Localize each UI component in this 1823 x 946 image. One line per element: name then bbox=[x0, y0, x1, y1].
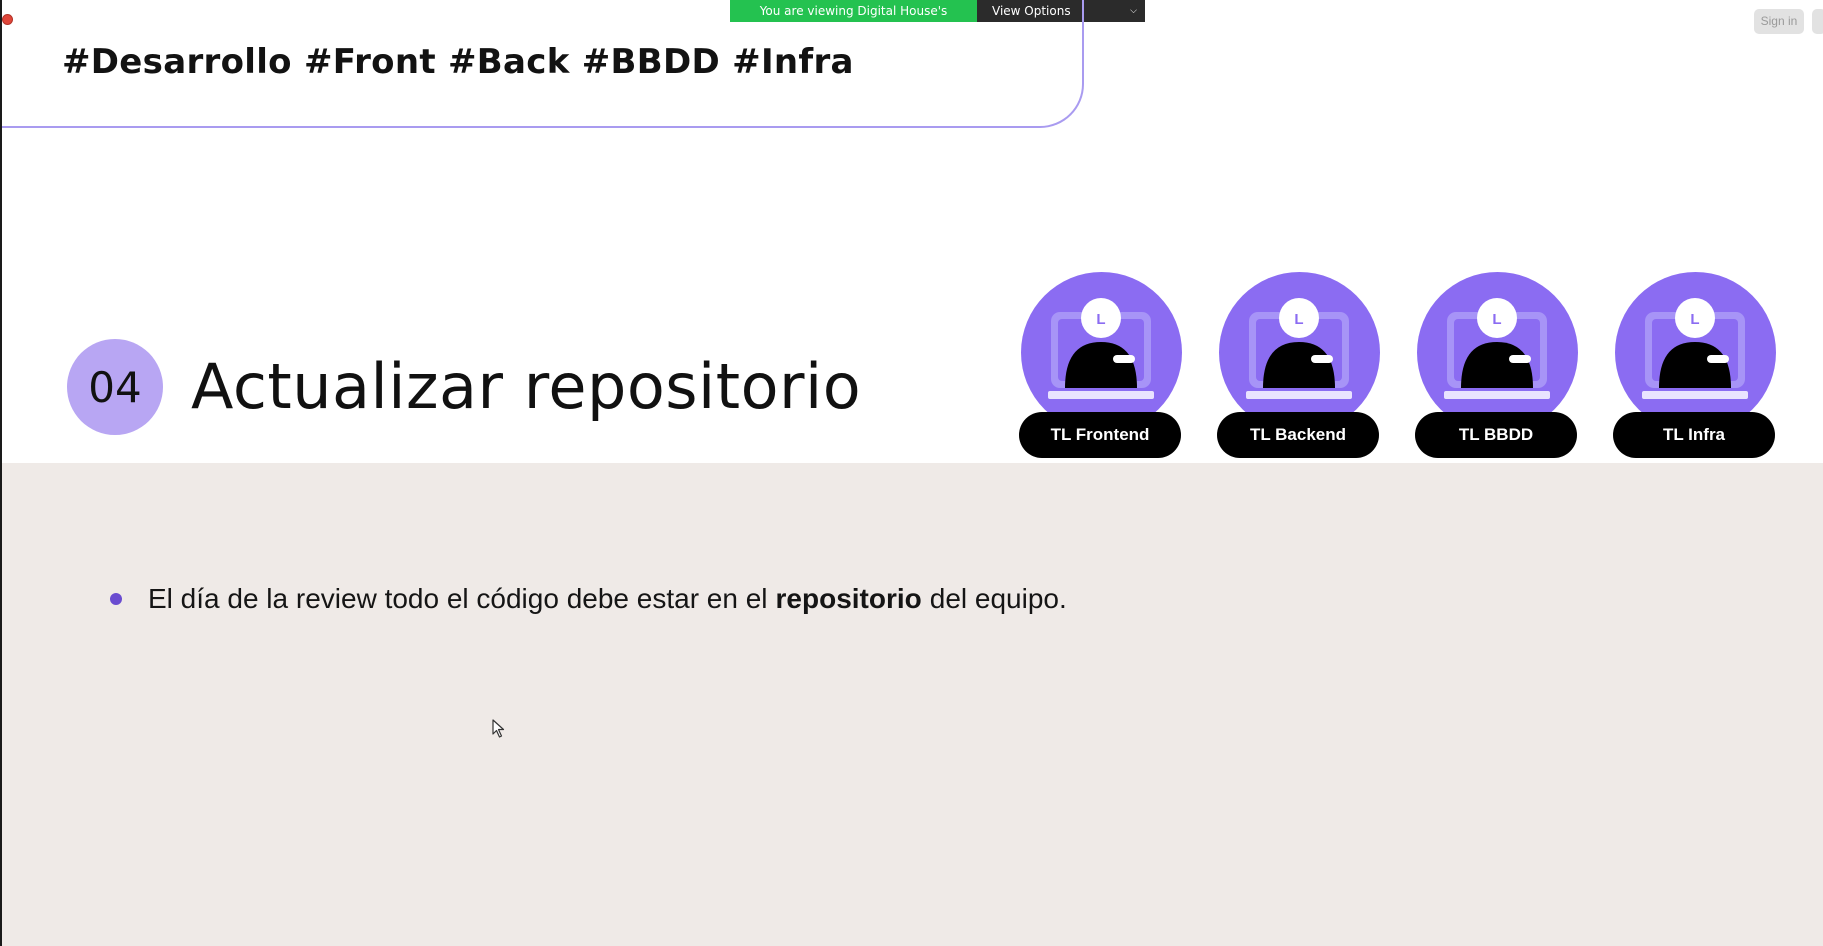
sign-in-button[interactable]: Sign in bbox=[1754, 9, 1804, 34]
window-control-button[interactable] bbox=[1812, 9, 1823, 34]
lead-label: TL BBDD bbox=[1415, 412, 1577, 458]
hashtags-heading: #Desarrollo #Front #Back #BBDD #Infra bbox=[62, 42, 854, 82]
section-number-badge: 04 bbox=[67, 339, 163, 435]
bullet-text-start: El día de la review todo el código debe … bbox=[148, 583, 768, 614]
bullet-text-end: del equipo. bbox=[929, 583, 1067, 614]
mouse-cursor-icon bbox=[492, 719, 505, 738]
bullet-item: El día de la review todo el código debe … bbox=[110, 583, 1067, 615]
lead-card-infra: L TL Infra bbox=[1613, 272, 1777, 458]
lead-avatar: L bbox=[1021, 272, 1182, 433]
person-at-laptop-icon: L bbox=[1444, 298, 1550, 399]
lead-label: TL Infra bbox=[1613, 412, 1775, 458]
lead-avatar: L bbox=[1219, 272, 1380, 433]
chevron-down-icon: ⌵ bbox=[1130, 6, 1137, 16]
svg-text:L: L bbox=[1492, 311, 1501, 328]
lead-card-bbdd: L TL BBDD bbox=[1415, 272, 1579, 458]
section-title: Actualizar repositorio bbox=[191, 350, 862, 423]
lead-avatar: L bbox=[1417, 272, 1578, 433]
lead-label: TL Frontend bbox=[1019, 412, 1181, 458]
person-at-laptop-icon: L bbox=[1048, 298, 1154, 399]
lead-label: TL Backend bbox=[1217, 412, 1379, 458]
bullet-dot-icon bbox=[110, 593, 122, 605]
section-number: 04 bbox=[88, 362, 142, 412]
bullet-text-bold: repositorio bbox=[775, 583, 922, 614]
lead-avatar: L bbox=[1615, 272, 1776, 433]
svg-text:L: L bbox=[1690, 311, 1699, 328]
svg-text:L: L bbox=[1096, 311, 1105, 328]
lead-card-backend: L TL Backend bbox=[1217, 272, 1381, 458]
person-at-laptop-icon: L bbox=[1642, 298, 1748, 399]
person-at-laptop-icon: L bbox=[1246, 298, 1352, 399]
svg-text:L: L bbox=[1294, 311, 1303, 328]
lead-card-frontend: L TL Frontend bbox=[1019, 272, 1183, 458]
slide-content-panel: El día de la review todo el código debe … bbox=[2, 463, 1823, 946]
